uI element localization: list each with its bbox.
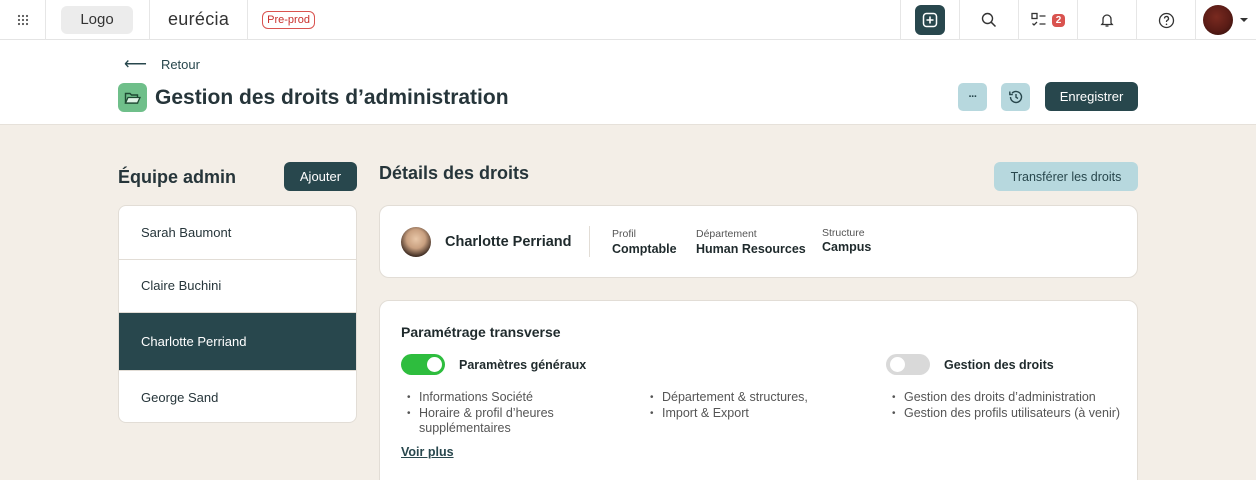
list-item: Horaire & profil d’heures supplémentaire…	[407, 406, 597, 437]
team-list: Sarah Baumont Claire Buchini Charlotte P…	[118, 205, 357, 423]
history-button[interactable]	[1001, 83, 1030, 111]
notifications-button[interactable]	[1077, 0, 1136, 40]
transfer-rights-button[interactable]: Transférer les droits	[994, 162, 1138, 191]
arrow-left-icon: ⟵	[124, 56, 147, 73]
profile-value: Comptable	[612, 242, 677, 256]
help-button[interactable]	[1136, 0, 1195, 40]
plus-icon	[922, 12, 938, 28]
chevron-down-icon	[1240, 18, 1248, 22]
checklist-icon	[1031, 12, 1046, 26]
page-title: Gestion des droits d’administration	[155, 85, 509, 109]
search-button[interactable]	[959, 0, 1018, 40]
see-more-link[interactable]: Voir plus	[401, 445, 454, 459]
general-settings-toggle[interactable]	[401, 354, 445, 375]
page-header: ⟵ Retour Gestion des droits d’administra…	[0, 40, 1256, 125]
folder-icon	[118, 83, 147, 112]
top-bar: Logo eurécia Pre-prod 2	[0, 0, 1256, 40]
department-label: Département	[696, 228, 757, 240]
structure-label: Structure	[822, 227, 865, 239]
profile-field: Profil Comptable	[612, 228, 677, 256]
back-link[interactable]: ⟵ Retour	[124, 54, 200, 74]
list-item: Gestion des droits d’administration	[892, 390, 1122, 406]
user-menu-button[interactable]	[1195, 0, 1256, 40]
create-cell	[900, 0, 959, 40]
general-settings-list-1: Informations Société Horaire & profil d’…	[407, 390, 597, 437]
back-label: Retour	[160, 56, 200, 72]
tasks-button[interactable]: 2	[1018, 0, 1077, 40]
divider	[589, 226, 590, 257]
team-member-item[interactable]: Claire Buchini	[119, 260, 356, 313]
rights-management-label: Gestion des droits	[944, 358, 1054, 372]
divider	[149, 0, 150, 40]
person-card: Charlotte Perriand Profil Comptable Dépa…	[379, 205, 1138, 278]
person-name: Charlotte Perriand	[445, 234, 572, 250]
user-avatar	[1203, 5, 1233, 35]
add-admin-button[interactable]: Ajouter	[284, 162, 357, 191]
list-item: Import & Export	[650, 406, 850, 422]
profile-label: Profil	[612, 228, 636, 240]
bell-icon	[1100, 14, 1114, 27]
search-icon	[981, 12, 997, 28]
settings-card: Paramétrage transverse Paramètres généra…	[379, 300, 1138, 480]
general-settings-label: Paramètres généraux	[459, 358, 587, 372]
brand-name: eurécia	[168, 9, 230, 29]
toggle-knob	[427, 357, 442, 372]
rights-management-list: Gestion des droits d’administration Gest…	[892, 390, 1122, 421]
title-group: Gestion des droits d’administration	[118, 83, 509, 112]
environment-badge: Pre-prod	[262, 10, 315, 29]
person-avatar	[401, 227, 431, 257]
apps-grid-icon[interactable]	[0, 0, 46, 40]
list-item: Département & structures,	[650, 390, 850, 406]
rights-management-toggle[interactable]	[886, 354, 930, 375]
divider	[247, 0, 249, 40]
team-member-item[interactable]: George Sand	[119, 371, 356, 422]
details-title: Détails des droits	[379, 163, 530, 183]
general-settings-list-2: Département & structures, Import & Expor…	[650, 390, 850, 421]
ellipsis-icon: ···	[968, 91, 978, 103]
create-button[interactable]	[915, 5, 945, 35]
history-icon	[1008, 90, 1022, 104]
topbar-actions: 2	[900, 0, 1256, 40]
save-button[interactable]: Enregistrer	[1045, 82, 1138, 111]
department-field: Département Human Resources	[696, 228, 806, 256]
department-value: Human Resources	[696, 242, 806, 256]
team-member-item[interactable]: Sarah Baumont	[119, 206, 356, 260]
structure-value: Campus	[822, 240, 872, 254]
more-options-button[interactable]: ···	[958, 83, 987, 111]
structure-field: Structure Campus	[822, 227, 871, 254]
tasks-count-badge: 2	[1051, 13, 1066, 27]
section-title: Paramétrage transverse	[401, 324, 561, 340]
list-item: Informations Société	[407, 390, 597, 406]
help-icon	[1158, 12, 1174, 28]
company-logo[interactable]: Logo	[61, 5, 133, 34]
team-member-item-selected[interactable]: Charlotte Perriand	[119, 313, 356, 371]
toggle-knob	[890, 357, 905, 372]
list-item: Gestion des profils utilisateurs (à veni…	[892, 406, 1122, 422]
team-title: Équipe admin	[118, 167, 237, 187]
